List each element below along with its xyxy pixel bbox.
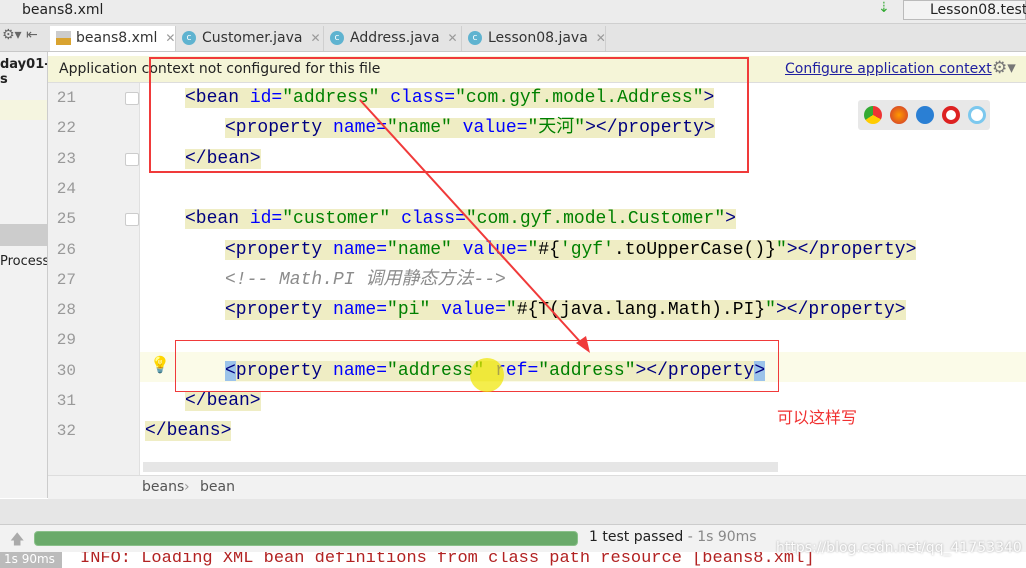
arrow-up-icon[interactable]: 🡅 <box>10 529 24 553</box>
tool-window-header <box>0 499 1026 525</box>
cursor-highlight <box>470 358 504 392</box>
xml-breadcrumb: beans › bean <box>48 475 1026 499</box>
watermark: https://blog.csdn.net/qq_41753340 <box>776 540 1022 556</box>
annotation-text: 可以这样写 <box>777 408 858 427</box>
console-time: 1s 90ms <box>0 552 62 568</box>
console-log-line: INFO: Loading XML bean definitions from … <box>80 552 815 568</box>
chevron-right-icon: › <box>184 479 190 495</box>
breadcrumb-beans[interactable]: beans <box>142 479 184 495</box>
test-duration: - 1s 90ms <box>683 529 757 545</box>
test-status: 1 test passed - 1s 90ms <box>589 529 757 545</box>
breadcrumb-bean[interactable]: bean <box>200 479 235 495</box>
test-progress-bar <box>34 531 578 546</box>
test-status-text: 1 test passed <box>589 529 684 545</box>
